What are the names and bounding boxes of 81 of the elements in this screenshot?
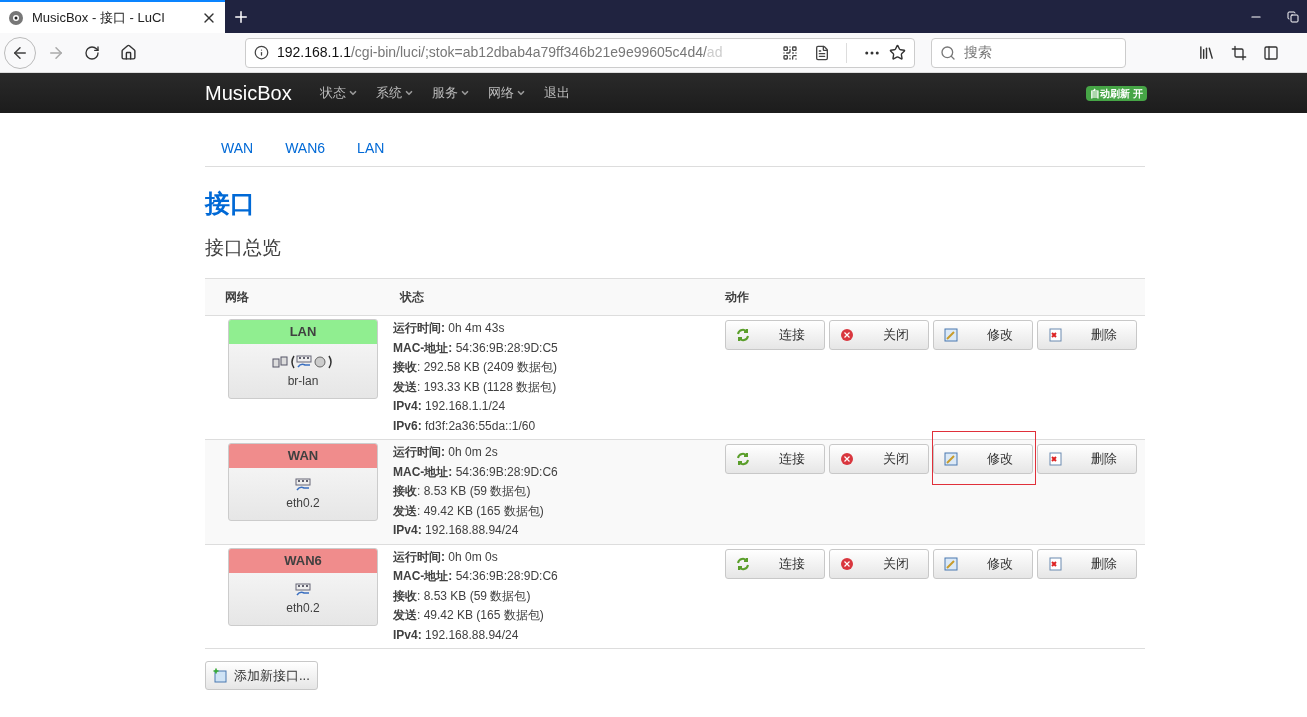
status-line: MAC-地址: 54:36:9B:28:9D:C6 [393,463,559,481]
refresh-icon [736,452,750,466]
section-title: 接口总览 [205,236,282,260]
status-line: 发送: 49.42 KB (165 数据包) [393,607,545,624]
device-name: eth0.2 [286,495,320,512]
action-button[interactable]: 删除 [1037,320,1137,350]
page-title: 接口 [205,188,256,219]
url-text: 192.168.1.1/cgi-bin/luci/;stok=ab12dbab4a79ff346b21e9e99605c4d4/ad [277,43,724,62]
delete-icon [1048,556,1062,571]
home-icon[interactable] [119,44,137,61]
address-bar[interactable]: 192.168.1.1/cgi-bin/luci/;stok=ab12dbab4a79ff346b21e9e99605c4d4/ad [245,37,915,68]
refresh-icon [736,556,750,571]
status-line: IPv6: fd3f:2a36:55da::1/60 [393,417,537,435]
brand-title[interactable]: MusicBox [205,78,292,108]
action-button[interactable]: 连接 [725,444,825,474]
browser-tab[interactable]: MusicBox - 接口 - LuCI [0,0,225,33]
status-line: MAC-地址: 54:36:9B:28:9D:C5 [393,339,559,357]
section-tab[interactable]: WAN [205,138,270,158]
section-tab[interactable]: LAN [341,138,401,158]
reload-icon[interactable] [84,44,100,61]
interface-name: WAN [229,444,377,468]
delete-icon [1048,328,1062,342]
status-line: 运行时间: 0h 0m 0s [393,548,499,566]
column-header: 状态 [398,289,425,306]
action-button[interactable]: 修改 [933,320,1033,350]
section-tab[interactable]: WAN6 [269,138,342,158]
delete-icon [1048,452,1062,466]
search-field[interactable]: 搜索 [931,37,1126,68]
star-icon[interactable] [889,44,906,61]
add-icon [213,668,228,683]
action-button[interactable]: 关闭 [829,320,929,350]
column-header: 网络 [224,289,250,306]
menu-item[interactable]: 服务 [431,83,470,103]
interface-name: LAN [229,320,377,344]
crop-icon[interactable] [1231,44,1247,61]
reader-view-icon[interactable] [814,44,830,61]
status-line: 运行时间: 0h 0m 2s [393,444,499,461]
stop-icon [840,556,854,571]
stop-icon [840,328,854,342]
tab-title: MusicBox - 接口 - LuCI [32,8,166,27]
menu-item[interactable]: 状态 [319,83,358,103]
action-button[interactable]: 连接 [725,320,825,350]
library-icon[interactable] [1198,44,1215,61]
restore-icon[interactable] [1287,10,1299,23]
device-name: eth0.2 [286,599,320,617]
site-icon [8,9,24,26]
action-button[interactable]: 关闭 [829,444,929,474]
edit-icon [944,556,958,571]
action-button[interactable]: 修改 [933,548,1033,579]
status-line: IPv4: 192.168.88.94/24 [393,522,520,539]
action-button[interactable]: 删除 [1037,548,1137,579]
action-button[interactable]: 修改 [933,444,1033,474]
action-button[interactable]: 关闭 [829,548,929,579]
status-line: 接收: 8.53 KB (59 数据包) [393,483,532,500]
menu-item[interactable]: 网络 [487,83,526,103]
refresh-icon [736,328,750,342]
status-line: 运行时间: 0h 4m 43s [393,320,506,337]
interface-name: WAN6 [229,548,377,573]
stop-icon [840,452,854,466]
edit-icon [944,328,958,342]
status-line: 接收: 8.53 KB (59 数据包) [393,587,532,605]
qr-code-icon[interactable] [782,44,798,61]
status-line: 接收: 292.58 KB (2409 数据包) [393,359,559,376]
ethernet-port-icon [295,478,311,492]
status-line: IPv4: 192.168.1.1/24 [393,398,507,415]
device-name: br-lan [287,373,319,390]
info-icon[interactable] [254,45,269,60]
action-button[interactable]: 删除 [1037,444,1137,474]
edit-icon [944,452,958,466]
menu-item[interactable]: 系统 [375,83,414,103]
search-icon [940,44,956,61]
menu-item[interactable]: 退出 [543,83,570,103]
ethernet-port-icon [295,582,311,597]
status-line: IPv4: 192.168.88.94/24 [393,626,520,644]
action-button[interactable]: 连接 [725,548,825,579]
sidebar-icon[interactable] [1263,44,1279,61]
status-line: 发送: 193.33 KB (1128 数据包) [393,378,558,396]
add-interface-button[interactable]: 添加新接口... [205,661,318,690]
status-line: MAC-地址: 54:36:9B:28:9D:C6 [393,568,559,585]
status-line: 发送: 49.42 KB (165 数据包) [393,502,545,520]
column-header: 动作 [724,289,749,306]
